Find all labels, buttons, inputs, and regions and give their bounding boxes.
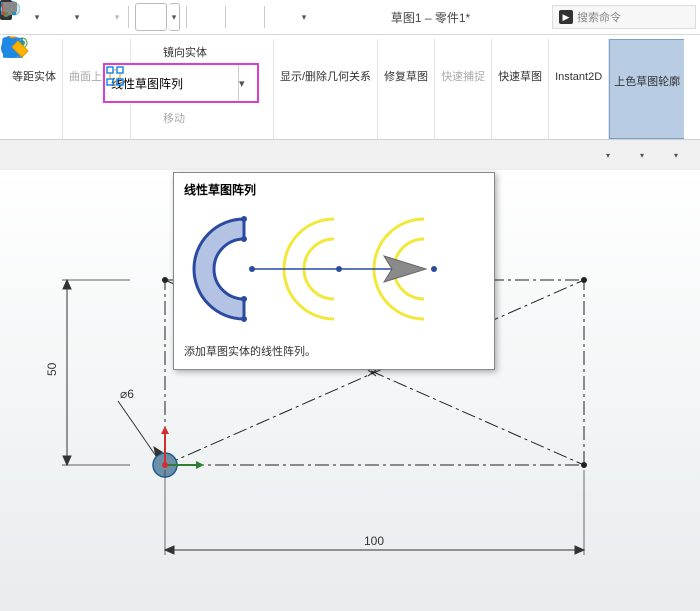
linear-pattern-button[interactable]: 线性草图阵列 ▾ bbox=[103, 63, 259, 103]
linear-pattern-icon bbox=[105, 65, 127, 91]
svg-text:100: 100 bbox=[364, 534, 384, 548]
quick-access-toolbar: ▾ ▾ ▾ ▾ ▾ 草图1 – 零件1* ▶ 搜索命令 bbox=[0, 0, 700, 35]
diameter-dimension[interactable] bbox=[118, 401, 162, 456]
repair-sketch-button[interactable]: 修复草图 bbox=[378, 39, 435, 139]
svg-text:50: 50 bbox=[45, 362, 59, 376]
graphics-area[interactable]: ⌀6 50 100 线性草图阵列 添加草图实体 bbox=[0, 170, 700, 611]
linear-pattern-dropdown[interactable]: ▾ bbox=[238, 65, 251, 101]
mirror-entities-button[interactable]: 镜向实体 bbox=[137, 39, 267, 65]
show-relations-button[interactable]: 显示/删除几何关系 bbox=[274, 39, 378, 139]
hide-show-icon[interactable]: ▾ bbox=[662, 143, 690, 167]
linear-pattern-tooltip: 线性草图阵列 添加草图实体的线性阵列。 bbox=[173, 172, 495, 370]
gear-dropdown[interactable]: ▾ bbox=[299, 4, 309, 30]
ribbon: 等距实体 曲面上偏移 镜向实体 移动 线性草图阵列 ▾ 显示/删除几何关系 修复… bbox=[0, 35, 700, 140]
view-toolbar: ▾ ▾ ▾ bbox=[0, 140, 700, 170]
rapid-sketch-button[interactable]: 快速草图 bbox=[492, 39, 549, 139]
quick-snap-button: 快速捕捉 bbox=[435, 39, 492, 139]
terminal-icon: ▶ bbox=[559, 10, 573, 24]
redo-button[interactable] bbox=[84, 4, 110, 30]
select-dropdown[interactable]: ▾ bbox=[169, 3, 180, 31]
view-orient-icon[interactable]: ▾ bbox=[594, 143, 622, 167]
select-button[interactable] bbox=[135, 3, 167, 31]
options-icon[interactable] bbox=[232, 4, 258, 30]
redo-dropdown[interactable]: ▾ bbox=[112, 4, 122, 30]
undo-dropdown[interactable]: ▾ bbox=[72, 4, 82, 30]
undo-button[interactable] bbox=[44, 4, 70, 30]
search-placeholder: 搜索命令 bbox=[577, 9, 689, 25]
search-command-box[interactable]: ▶ 搜索命令 bbox=[552, 5, 696, 29]
move-entities-button: 移动 bbox=[137, 105, 267, 131]
gear-icon[interactable] bbox=[271, 4, 297, 30]
svg-text:⌀6: ⌀6 bbox=[120, 387, 134, 401]
vertical-dimension[interactable] bbox=[62, 280, 130, 465]
shaded-contour-button[interactable]: 上色草图轮廓 bbox=[609, 39, 684, 139]
menu-dropdown[interactable]: ▾ bbox=[32, 4, 42, 30]
instant2d-button[interactable]: Instant2D bbox=[549, 39, 609, 139]
traffic-light-icon[interactable] bbox=[193, 4, 219, 30]
document-title: 草图1 – 零件1* bbox=[391, 9, 470, 26]
tooltip-illustration bbox=[184, 204, 464, 334]
display-style-icon[interactable]: ▾ bbox=[628, 143, 656, 167]
